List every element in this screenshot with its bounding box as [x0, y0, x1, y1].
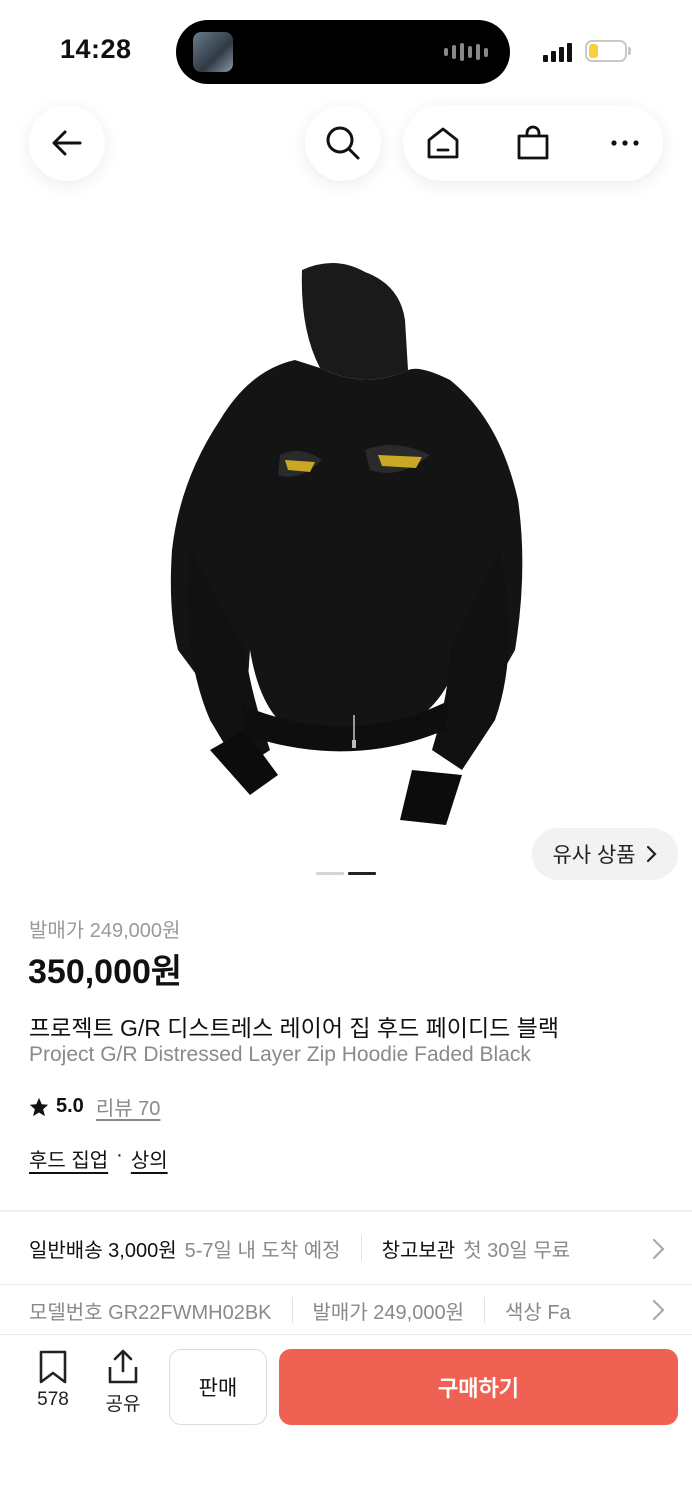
delivery-standard-label: 일반배송 3,000원: [29, 1239, 177, 1262]
category-link-hoodie-zipup[interactable]: 후드 집업: [29, 1144, 108, 1173]
battery-icon: [585, 40, 627, 62]
release-price: 발매가 249,000원: [29, 920, 181, 942]
more-button[interactable]: [587, 105, 663, 181]
chevron-right-icon: [646, 845, 657, 863]
share-icon: [108, 1349, 138, 1384]
nav-action-group: [403, 105, 663, 181]
product-image[interactable]: [150, 250, 540, 840]
spec-row[interactable]: 모델번호 GR22FWMH02BK 발매가 249,000원 색상 Fa: [0, 1286, 692, 1334]
warehouse-storage-label: 창고보관: [381, 1239, 456, 1262]
home-button[interactable]: [405, 105, 481, 181]
battery-tip: [628, 47, 631, 55]
bottom-action-bar: 578 공유 판매 구매하기: [0, 1334, 692, 1500]
chevron-right-icon: [652, 1299, 666, 1321]
cellular-signal-icon: [543, 42, 572, 62]
back-arrow-icon: [52, 130, 82, 156]
sell-button[interactable]: 판매: [169, 1349, 267, 1425]
home-icon: [427, 127, 459, 159]
more-icon: [611, 140, 639, 146]
product-title-en: Project G/R Distressed Layer Zip Hoodie …: [29, 1043, 531, 1066]
row-divider: [0, 1284, 692, 1285]
warehouse-storage-promo: 첫 30일 무료: [463, 1239, 571, 1262]
product-title-ko: 프로젝트 G/R 디스트레스 레이어 집 후드 페이디드 블랙: [29, 1015, 559, 1041]
category-row: 후드 집업 · 상의: [29, 1144, 168, 1173]
rating-row: 5.0 리뷰 70: [28, 1092, 160, 1121]
pagination-dot-active[interactable]: [348, 872, 376, 875]
spec-separator: [291, 1297, 293, 1323]
rating-value: 5.0: [56, 1095, 84, 1117]
audio-wave-icon: [444, 42, 488, 62]
shopping-bag-button[interactable]: [495, 105, 571, 181]
gallery-pagination: [316, 872, 376, 875]
wishlist-button[interactable]: 578: [23, 1349, 83, 1411]
spec-color: 색상 Fa: [504, 1301, 571, 1324]
similar-products-button[interactable]: 유사 상품: [532, 828, 678, 880]
wishlist-count: 578: [37, 1389, 69, 1410]
bookmark-icon: [39, 1350, 67, 1384]
star-icon: [29, 1097, 49, 1116]
share-label: 공유: [105, 1394, 141, 1415]
similar-products-label: 유사 상품: [552, 844, 636, 867]
model-number: 모델번호 GR22FWMH02BK: [29, 1301, 272, 1324]
share-button[interactable]: 공유: [93, 1349, 153, 1416]
review-link[interactable]: 리뷰 70: [96, 1092, 161, 1121]
now-playing-thumbnail: [193, 32, 233, 72]
search-icon: [326, 126, 360, 160]
search-button[interactable]: [305, 105, 381, 181]
back-button[interactable]: [29, 105, 105, 181]
status-time: 14:28: [60, 34, 132, 64]
delivery-separator: [360, 1235, 362, 1261]
spec-separator: [483, 1297, 485, 1323]
current-price: 350,000원: [28, 953, 183, 991]
category-link-tops[interactable]: 상의: [131, 1144, 168, 1173]
buy-button[interactable]: 구매하기: [279, 1349, 678, 1425]
delivery-standard-eta: 5-7일 내 도착 예정: [184, 1239, 341, 1262]
delivery-row[interactable]: 일반배송 3,000원 5-7일 내 도착 예정 창고보관 첫 30일 무료: [0, 1212, 692, 1284]
pagination-dot[interactable]: [316, 872, 344, 875]
category-separator: ·: [116, 1144, 123, 1166]
chevron-right-icon: [652, 1238, 665, 1260]
shopping-bag-icon: [517, 125, 549, 160]
dynamic-island[interactable]: [176, 20, 510, 84]
spec-release-price: 발매가 249,000원: [312, 1301, 464, 1324]
